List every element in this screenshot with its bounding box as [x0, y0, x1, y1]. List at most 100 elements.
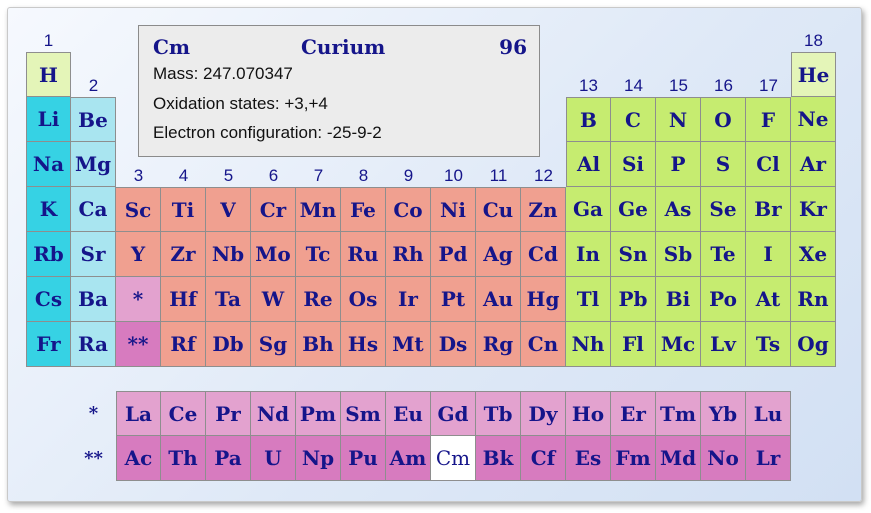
- element-cell-ni[interactable]: Ni: [431, 187, 476, 232]
- element-cell-mn[interactable]: Mn: [296, 187, 341, 232]
- element-cell-hs[interactable]: Hs: [341, 322, 386, 367]
- element-cell-cm[interactable]: Cm: [431, 436, 476, 481]
- element-cell-si[interactable]: Si: [611, 142, 656, 187]
- element-cell-cr[interactable]: Cr: [251, 187, 296, 232]
- element-cell-fr[interactable]: Fr: [26, 322, 71, 367]
- element-cell-zr[interactable]: Zr: [161, 232, 206, 277]
- element-cell-rb[interactable]: Rb: [26, 232, 71, 277]
- element-cell-os[interactable]: Os: [341, 277, 386, 322]
- element-cell-cf[interactable]: Cf: [521, 436, 566, 481]
- element-cell-hf[interactable]: Hf: [161, 277, 206, 322]
- element-cell-eu[interactable]: Eu: [386, 391, 431, 436]
- element-cell-y[interactable]: Y: [116, 232, 161, 277]
- element-cell-ac[interactable]: Ac: [116, 436, 161, 481]
- element-cell-w[interactable]: W: [251, 277, 296, 322]
- element-cell-sg[interactable]: Sg: [251, 322, 296, 367]
- lanthanide-placeholder-cell[interactable]: *: [116, 277, 161, 322]
- element-cell-rh[interactable]: Rh: [386, 232, 431, 277]
- element-cell-tc[interactable]: Tc: [296, 232, 341, 277]
- element-cell-zn[interactable]: Zn: [521, 187, 566, 232]
- element-cell-no[interactable]: No: [701, 436, 746, 481]
- element-cell-sc[interactable]: Sc: [116, 187, 161, 232]
- element-cell-rg[interactable]: Rg: [476, 322, 521, 367]
- element-cell-ti[interactable]: Ti: [161, 187, 206, 232]
- element-cell-b[interactable]: B: [566, 97, 611, 142]
- element-cell-pd[interactable]: Pd: [431, 232, 476, 277]
- element-cell-nh[interactable]: Nh: [566, 322, 611, 367]
- element-cell-cs[interactable]: Cs: [26, 277, 71, 322]
- element-cell-n[interactable]: N: [656, 97, 701, 142]
- element-cell-ag[interactable]: Ag: [476, 232, 521, 277]
- element-cell-gd[interactable]: Gd: [431, 391, 476, 436]
- element-cell-h[interactable]: H: [26, 52, 71, 97]
- element-cell-db[interactable]: Db: [206, 322, 251, 367]
- element-cell-k[interactable]: K: [26, 187, 71, 232]
- element-cell-np[interactable]: Np: [296, 436, 341, 481]
- element-cell-mo[interactable]: Mo: [251, 232, 296, 277]
- element-cell-fe[interactable]: Fe: [341, 187, 386, 232]
- element-cell-ho[interactable]: Ho: [566, 391, 611, 436]
- element-cell-i[interactable]: I: [746, 232, 791, 277]
- element-cell-at[interactable]: At: [746, 277, 791, 322]
- element-cell-mt[interactable]: Mt: [386, 322, 431, 367]
- element-cell-ir[interactable]: Ir: [386, 277, 431, 322]
- element-cell-lv[interactable]: Lv: [701, 322, 746, 367]
- element-cell-te[interactable]: Te: [701, 232, 746, 277]
- element-cell-pt[interactable]: Pt: [431, 277, 476, 322]
- element-cell-mc[interactable]: Mc: [656, 322, 701, 367]
- element-cell-nb[interactable]: Nb: [206, 232, 251, 277]
- element-cell-au[interactable]: Au: [476, 277, 521, 322]
- element-cell-be[interactable]: Be: [71, 97, 116, 142]
- element-cell-pa[interactable]: Pa: [206, 436, 251, 481]
- element-cell-cn[interactable]: Cn: [521, 322, 566, 367]
- element-cell-c[interactable]: C: [611, 97, 656, 142]
- element-cell-cd[interactable]: Cd: [521, 232, 566, 277]
- element-cell-se[interactable]: Se: [701, 187, 746, 232]
- element-cell-md[interactable]: Md: [656, 436, 701, 481]
- element-cell-pm[interactable]: Pm: [296, 391, 341, 436]
- element-cell-pr[interactable]: Pr: [206, 391, 251, 436]
- element-cell-rf[interactable]: Rf: [161, 322, 206, 367]
- element-cell-fm[interactable]: Fm: [611, 436, 656, 481]
- element-cell-yb[interactable]: Yb: [701, 391, 746, 436]
- element-cell-lr[interactable]: Lr: [746, 436, 791, 481]
- element-cell-ar[interactable]: Ar: [791, 142, 836, 187]
- element-cell-p[interactable]: P: [656, 142, 701, 187]
- element-cell-fl[interactable]: Fl: [611, 322, 656, 367]
- element-cell-am[interactable]: Am: [386, 436, 431, 481]
- element-cell-th[interactable]: Th: [161, 436, 206, 481]
- element-cell-es[interactable]: Es: [566, 436, 611, 481]
- element-cell-pb[interactable]: Pb: [611, 277, 656, 322]
- element-cell-bk[interactable]: Bk: [476, 436, 521, 481]
- element-cell-tb[interactable]: Tb: [476, 391, 521, 436]
- element-cell-na[interactable]: Na: [26, 142, 71, 187]
- element-cell-kr[interactable]: Kr: [791, 187, 836, 232]
- element-cell-ds[interactable]: Ds: [431, 322, 476, 367]
- element-cell-nd[interactable]: Nd: [251, 391, 296, 436]
- element-cell-sb[interactable]: Sb: [656, 232, 701, 277]
- element-cell-mg[interactable]: Mg: [71, 142, 116, 187]
- element-cell-sn[interactable]: Sn: [611, 232, 656, 277]
- element-cell-li[interactable]: Li: [26, 97, 71, 142]
- element-cell-ra[interactable]: Ra: [71, 322, 116, 367]
- element-cell-dy[interactable]: Dy: [521, 391, 566, 436]
- element-cell-ne[interactable]: Ne: [791, 97, 836, 142]
- element-cell-as[interactable]: As: [656, 187, 701, 232]
- element-cell-ta[interactable]: Ta: [206, 277, 251, 322]
- element-cell-sr[interactable]: Sr: [71, 232, 116, 277]
- element-cell-br[interactable]: Br: [746, 187, 791, 232]
- element-cell-re[interactable]: Re: [296, 277, 341, 322]
- element-cell-bi[interactable]: Bi: [656, 277, 701, 322]
- element-cell-ce[interactable]: Ce: [161, 391, 206, 436]
- element-cell-he[interactable]: He: [791, 52, 836, 97]
- element-cell-ca[interactable]: Ca: [71, 187, 116, 232]
- element-cell-cu[interactable]: Cu: [476, 187, 521, 232]
- element-cell-tm[interactable]: Tm: [656, 391, 701, 436]
- element-cell-o[interactable]: O: [701, 97, 746, 142]
- element-cell-er[interactable]: Er: [611, 391, 656, 436]
- element-cell-po[interactable]: Po: [701, 277, 746, 322]
- element-cell-ge[interactable]: Ge: [611, 187, 656, 232]
- element-cell-bh[interactable]: Bh: [296, 322, 341, 367]
- element-cell-v[interactable]: V: [206, 187, 251, 232]
- element-cell-pu[interactable]: Pu: [341, 436, 386, 481]
